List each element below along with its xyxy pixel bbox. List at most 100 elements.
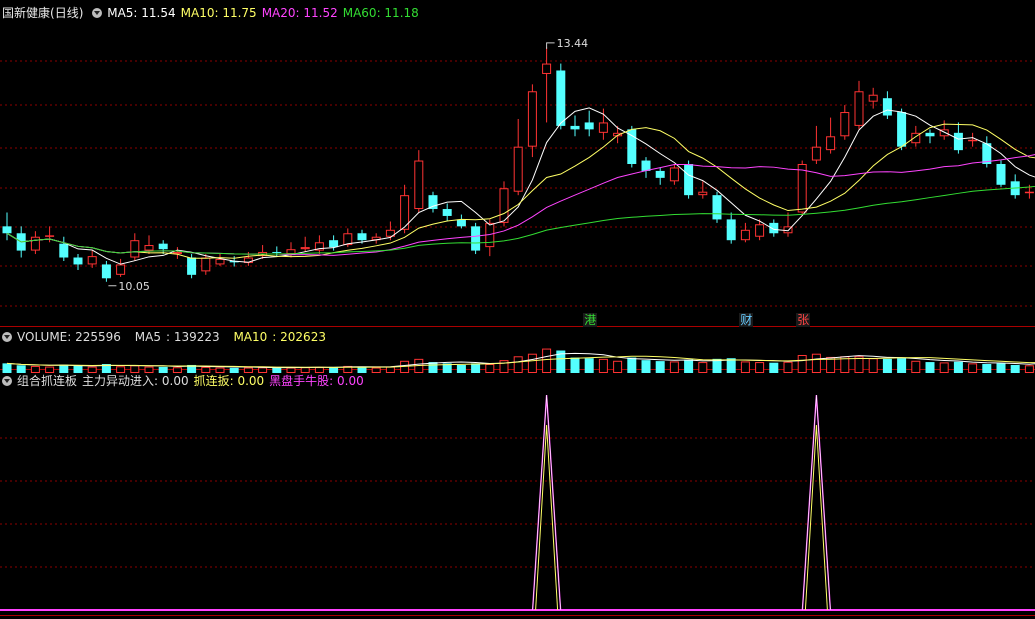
volume-bar xyxy=(996,363,1006,373)
low-label: 10.05 xyxy=(118,280,149,293)
indicator-name: 组合抓连板 xyxy=(17,374,78,388)
candle-body xyxy=(442,209,452,216)
volume-bar xyxy=(144,366,154,374)
volume-bar xyxy=(613,360,623,373)
candle-body xyxy=(215,258,225,265)
candle-body xyxy=(513,146,523,192)
candle-body xyxy=(826,136,836,151)
volume-bar xyxy=(286,367,296,373)
candle-body xyxy=(187,257,197,275)
high-label: 13.44 xyxy=(557,37,589,50)
volume-bar xyxy=(371,367,381,373)
volume-bar xyxy=(641,360,651,373)
volume-ma10-label: MA10 xyxy=(233,330,268,344)
stock-name: 国新健康 xyxy=(2,6,51,20)
ma-legend-ma60: MA60: 11.18 xyxy=(342,6,419,20)
volume-bar xyxy=(925,362,935,373)
period-label: (日线) xyxy=(50,6,84,20)
candle-body xyxy=(30,236,40,251)
volume-bar xyxy=(16,365,26,373)
volume-bar xyxy=(598,358,608,374)
chevron-down-icon[interactable] xyxy=(2,376,12,386)
candle-body xyxy=(882,98,892,116)
candle-body xyxy=(953,132,963,151)
candle-body xyxy=(87,256,97,265)
volume-bar xyxy=(868,358,878,374)
volume-bar xyxy=(982,364,992,373)
volume-ma10-value: 202623 xyxy=(280,330,326,344)
volume-bar xyxy=(73,365,83,373)
candle-body xyxy=(840,112,850,137)
indicator-legend-item: 主力异动进入: 0.00 xyxy=(82,374,189,388)
event-badge[interactable]: 财 xyxy=(739,313,754,327)
candle-body xyxy=(925,132,935,137)
ma-legend-ma10: MA10: 11.75 xyxy=(180,6,257,20)
volume-bar xyxy=(897,358,907,373)
candle-body xyxy=(116,264,126,275)
volume-header: VOLUME: 225596 MA5: 139223 MA10: 202623 xyxy=(2,329,336,345)
volume-bar xyxy=(471,363,481,373)
volume-bar xyxy=(755,362,765,374)
candle-body xyxy=(570,125,580,130)
event-badge[interactable]: 港 xyxy=(583,313,598,327)
volume-bar xyxy=(130,365,140,373)
volume-bar xyxy=(854,356,864,373)
candle-body xyxy=(726,219,736,241)
volume-bar xyxy=(456,364,466,373)
chart-canvas[interactable]: 13.44 10.05 xyxy=(0,0,1035,619)
volume-bar xyxy=(953,361,963,373)
volume-bar xyxy=(513,356,523,373)
candle-body xyxy=(584,122,594,130)
volume-bar xyxy=(314,367,324,374)
event-badge[interactable]: 张 xyxy=(796,313,811,327)
volume-value: 225596 xyxy=(75,330,121,344)
candle-body xyxy=(414,160,424,210)
chevron-down-icon[interactable] xyxy=(2,332,12,342)
volume-bar xyxy=(698,362,708,374)
chevron-down-icon[interactable] xyxy=(92,8,103,18)
candle-body xyxy=(456,219,466,227)
volume-bar xyxy=(570,357,580,373)
volume-bar xyxy=(684,359,694,373)
volume-bar xyxy=(1010,364,1020,373)
candle-body xyxy=(542,63,552,74)
candle-body xyxy=(471,226,481,251)
candle-body xyxy=(158,243,168,250)
ma-legend: MA5: 11.54 MA10: 11.75 MA20: 11.52 MA60: 11… xyxy=(107,6,424,20)
indicator-legend: 主力异动进入: 0.00 抓连扳: 0.00 黑盘手牛股: 0.00 xyxy=(82,374,369,388)
candle-body xyxy=(357,233,367,241)
candle-body xyxy=(73,257,83,265)
volume-bar xyxy=(258,367,268,374)
volume-bar xyxy=(811,353,821,374)
candle-body xyxy=(130,240,140,258)
candle-body xyxy=(755,224,765,237)
candle-body xyxy=(854,91,864,126)
candle-body xyxy=(698,191,708,196)
candle-body xyxy=(343,233,353,246)
candle-body xyxy=(329,240,339,248)
volume-bar xyxy=(172,367,182,374)
candle-body xyxy=(627,129,637,164)
volume-bar xyxy=(2,363,12,373)
candle-body xyxy=(144,245,154,251)
candle-body xyxy=(797,164,807,213)
volume-bar xyxy=(968,363,978,374)
volume-bar xyxy=(527,353,537,374)
volume-bar xyxy=(45,366,55,374)
chart-stage[interactable]: 13.44 10.05 国新健康(日线) MA5: 11.54 MA10: 11.7… xyxy=(0,0,1035,619)
volume-bar xyxy=(769,362,779,373)
volume-bar xyxy=(87,366,97,374)
candle-body xyxy=(556,70,566,126)
candle-body xyxy=(811,146,821,161)
candle-body xyxy=(201,257,211,272)
indicator-header: 组合抓连板 主力异动进入: 0.00 抓连扳: 0.00 黑盘手牛股: 0.00 xyxy=(2,373,374,389)
candle-body xyxy=(2,226,12,234)
candle-body xyxy=(1024,191,1034,194)
volume-bar xyxy=(542,348,552,374)
candle-body xyxy=(655,170,665,178)
candle-body xyxy=(45,235,55,237)
volume-bar xyxy=(669,361,679,373)
ma-legend-ma5: MA5: 11.54 xyxy=(107,6,176,20)
volume-bar xyxy=(1024,365,1034,373)
volume-bar xyxy=(783,361,793,373)
